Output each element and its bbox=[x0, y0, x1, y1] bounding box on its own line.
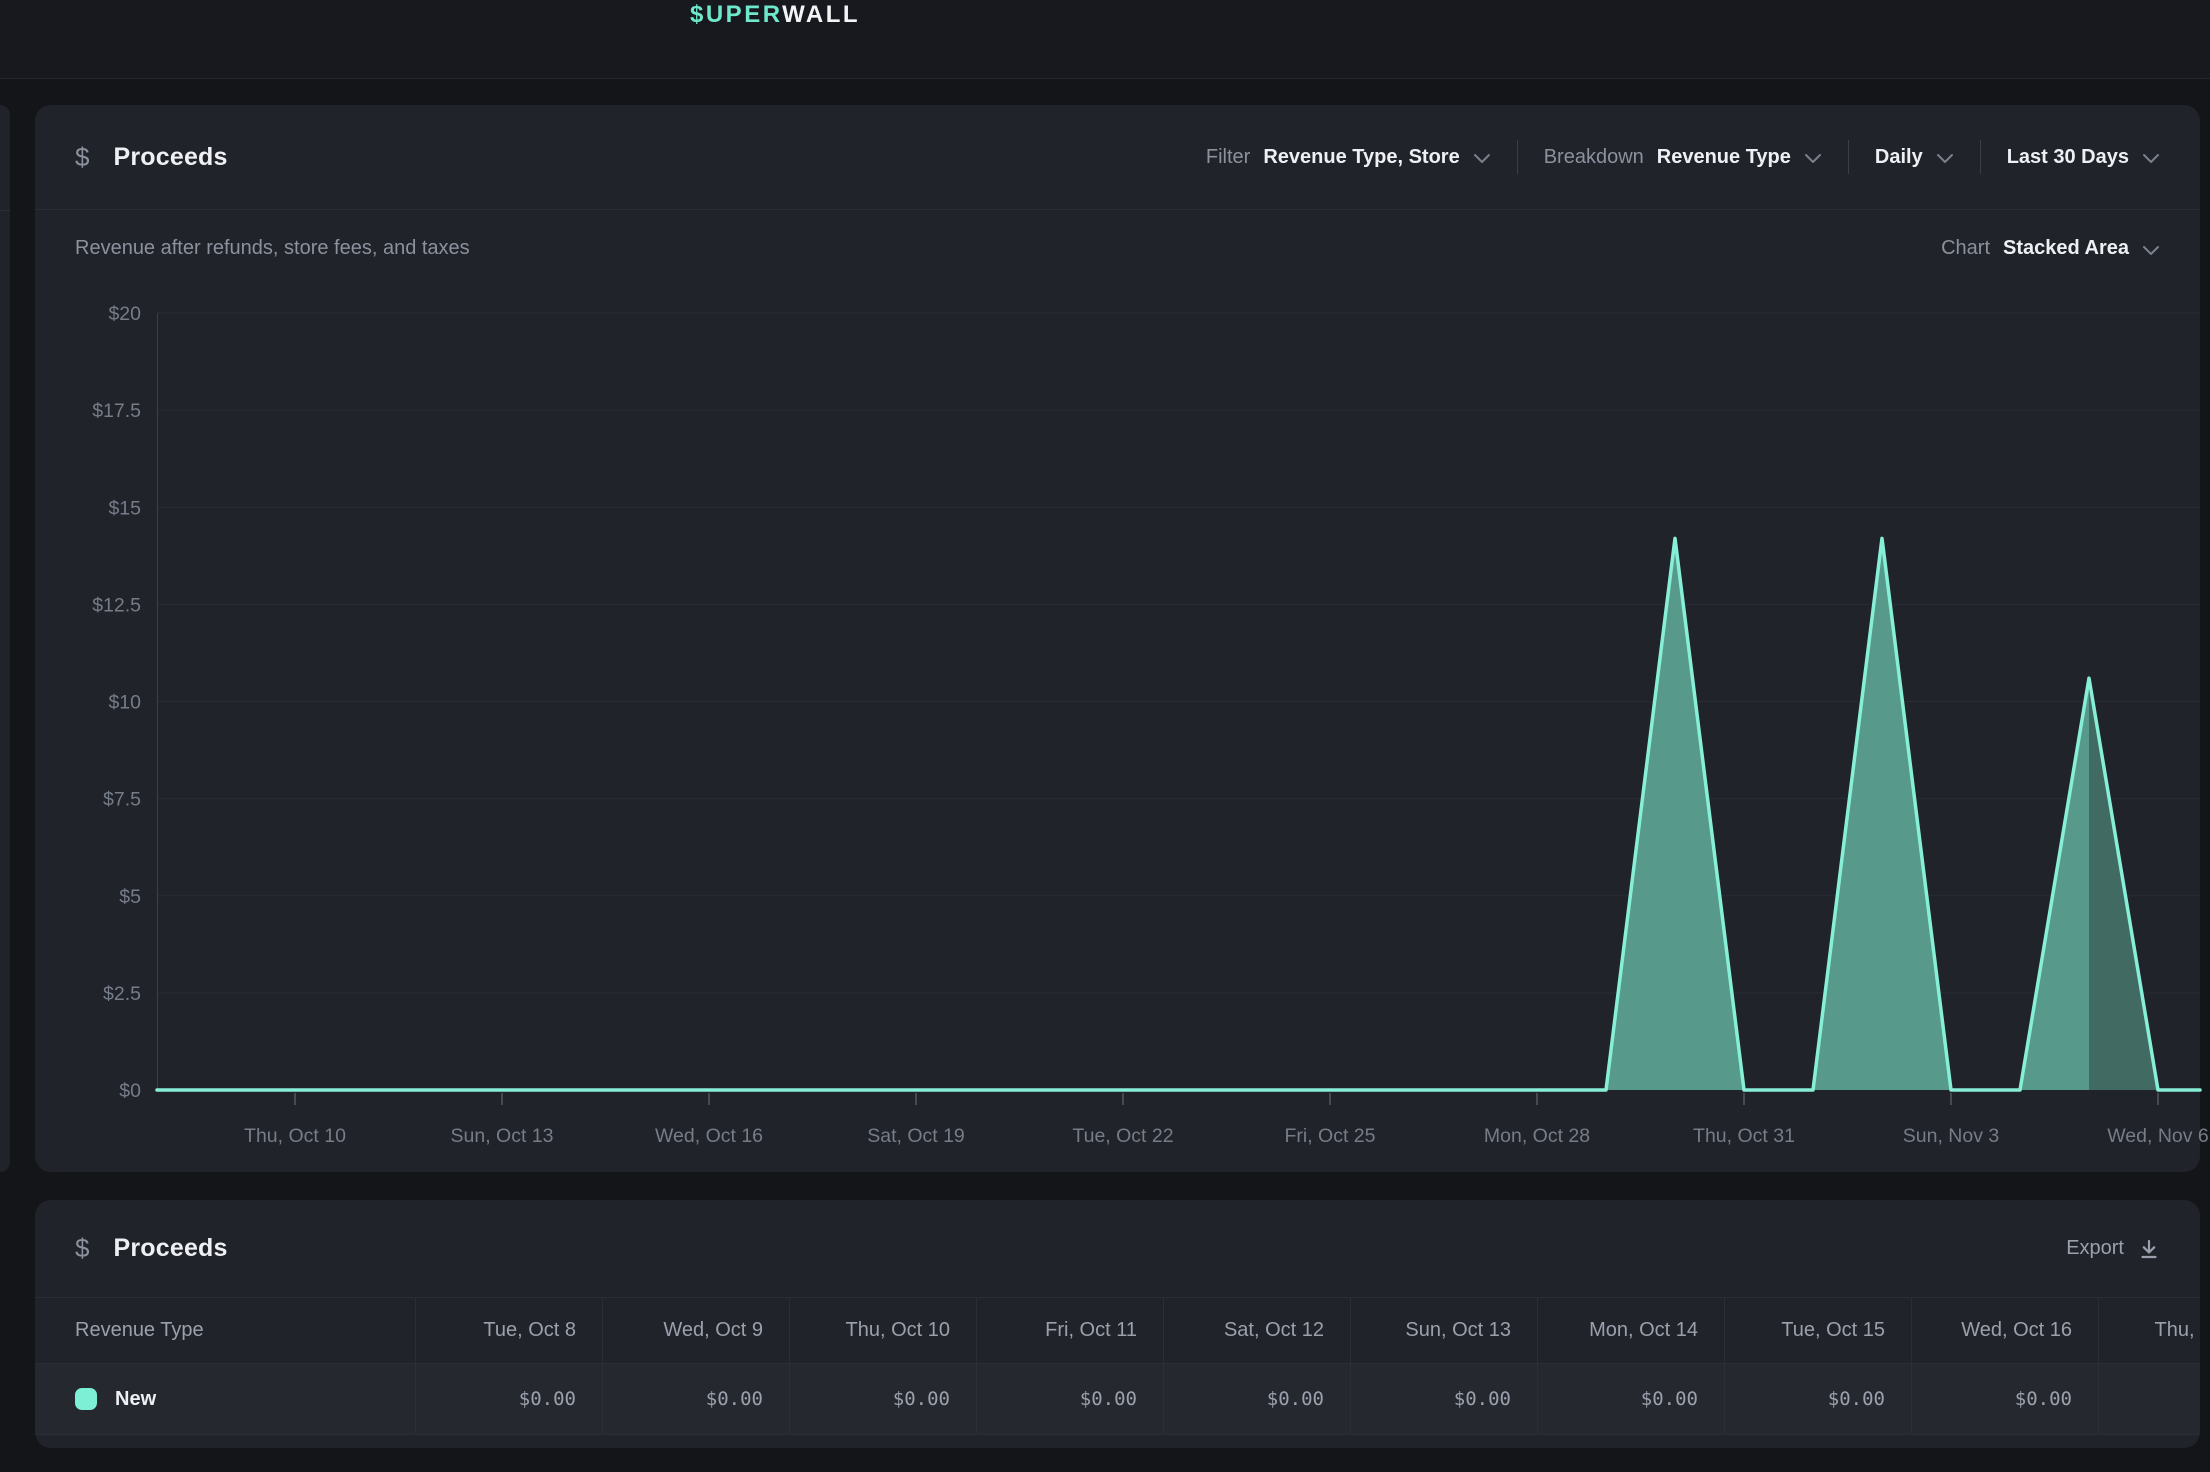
table-cell-value: $0.00 bbox=[1537, 1364, 1724, 1434]
proceeds-chart-canvas[interactable]: $0 $2.5 $5 $7.5 $10 $12.5 $15 $17.5 $20 Thu, Oct … bbox=[35, 105, 2200, 1172]
y-axis-label: $17.5 bbox=[92, 400, 141, 422]
cell-value: $0.00 bbox=[893, 1388, 950, 1410]
column-header-label: Sat, Oct 12 bbox=[1224, 1319, 1324, 1342]
cell-value: $0.00 bbox=[706, 1388, 763, 1410]
cell-value: $0.00 bbox=[2015, 1388, 2072, 1410]
column-header-label: Wed, Oct 9 bbox=[663, 1319, 763, 1342]
y-axis-label: $20 bbox=[108, 303, 141, 325]
y-axis-label: $7.5 bbox=[103, 789, 141, 811]
column-header-label: Sun, Oct 13 bbox=[1405, 1319, 1511, 1342]
y-axis-label: $10 bbox=[108, 692, 141, 714]
table-cell-value: $0.00 bbox=[1350, 1364, 1537, 1434]
table-header-cell-date: Fri, Oct 11 bbox=[976, 1298, 1163, 1363]
y-axis-label: $2.5 bbox=[103, 983, 141, 1005]
cell-value: $0.00 bbox=[1828, 1388, 1885, 1410]
column-header-label: Tue, Oct 8 bbox=[483, 1319, 576, 1342]
x-tick-label: Sun, Oct 13 bbox=[451, 1125, 554, 1147]
adjacent-card-sliver bbox=[0, 105, 10, 1172]
y-axis-label: $12.5 bbox=[92, 594, 141, 616]
export-button[interactable]: Export bbox=[2066, 1237, 2160, 1260]
proceeds-chart-card: $ Proceeds Filter Revenue Type, Store Br… bbox=[35, 105, 2200, 1172]
y-axis-label: $5 bbox=[119, 886, 141, 908]
app-logo: $UPERWALL bbox=[690, 1, 860, 29]
column-header-label: Mon, Oct 14 bbox=[1589, 1319, 1698, 1342]
x-tick-label: Wed, Oct 16 bbox=[655, 1125, 763, 1147]
table-header-cell-date: Mon, Oct 14 bbox=[1537, 1298, 1724, 1363]
cell-value: $0.00 bbox=[1080, 1388, 1137, 1410]
x-tick-label: Tue, Oct 22 bbox=[1072, 1125, 1173, 1147]
logo-rest-text: WALL bbox=[782, 1, 860, 28]
topbar: $UPERWALL bbox=[0, 0, 2210, 79]
column-header-label: Tue, Oct 15 bbox=[1781, 1319, 1885, 1342]
table-cell-value: $0.00 bbox=[1911, 1364, 2098, 1434]
cell-value: $0.00 bbox=[1641, 1388, 1698, 1410]
table-cell-value: $0.00 bbox=[1163, 1364, 1350, 1434]
cell-value: $0.00 bbox=[1454, 1388, 1511, 1410]
table-cell-value: $0.00 bbox=[2098, 1364, 2200, 1434]
table-cell-value: $0.00 bbox=[602, 1364, 789, 1434]
column-header-label: Revenue Type bbox=[75, 1319, 204, 1342]
column-header-label: Fri, Oct 11 bbox=[1045, 1319, 1137, 1342]
series-color-swatch bbox=[75, 1388, 97, 1410]
download-icon bbox=[2138, 1238, 2160, 1260]
adjacent-card-divider bbox=[0, 210, 10, 211]
x-tick-label: Fri, Oct 25 bbox=[1284, 1125, 1375, 1147]
table-header-cell-date: Thu, Oct 10 bbox=[789, 1298, 976, 1363]
table-cell-value: $0.00 bbox=[1724, 1364, 1911, 1434]
table-card-title-group: $ Proceeds bbox=[75, 1233, 228, 1264]
x-tick-label: Sun, Nov 3 bbox=[1903, 1125, 1999, 1147]
column-header-label: Wed, Oct 16 bbox=[1961, 1319, 2072, 1342]
table-header-cell-date: Wed, Oct 16 bbox=[1911, 1298, 2098, 1363]
cell-value: $0.00 bbox=[1267, 1388, 1324, 1410]
x-tick-label: Sat, Oct 19 bbox=[867, 1125, 965, 1147]
table-header-cell-revenue-type: Revenue Type bbox=[35, 1298, 415, 1363]
table-header-cell-date: Sat, Oct 12 bbox=[1163, 1298, 1350, 1363]
y-axis-label: $0 bbox=[119, 1080, 141, 1102]
table-card-title: Proceeds bbox=[113, 1234, 227, 1263]
table-cell-value: $0.00 bbox=[976, 1364, 1163, 1434]
table-header-cell-date: Tue, Oct 8 bbox=[415, 1298, 602, 1363]
x-tick-label: Thu, Oct 10 bbox=[244, 1125, 346, 1147]
column-header-label: Thu, Oct 17 bbox=[2155, 1319, 2201, 1342]
table-cell-value: $0.00 bbox=[415, 1364, 602, 1434]
table-header-cell-date: Wed, Oct 9 bbox=[602, 1298, 789, 1363]
table-cell-revenue-type: New bbox=[35, 1364, 415, 1434]
proceeds-table-card: $ Proceeds Export Revenue Type Tue, Oct 8… bbox=[35, 1200, 2200, 1448]
table-header-row: Revenue Type Tue, Oct 8 Wed, Oct 9 Thu, Oct… bbox=[35, 1297, 2200, 1363]
x-tick-label: Wed, Nov 6 bbox=[2107, 1125, 2209, 1147]
x-tick-label: Thu, Oct 31 bbox=[1693, 1125, 1795, 1147]
cell-value: $0.00 bbox=[519, 1388, 576, 1410]
y-axis-label: $15 bbox=[108, 497, 141, 519]
revenue-type-label: New bbox=[115, 1388, 156, 1411]
column-header-label: Thu, Oct 10 bbox=[846, 1319, 951, 1342]
proceeds-table: Revenue Type Tue, Oct 8 Wed, Oct 9 Thu, Oct… bbox=[35, 1297, 2200, 1435]
dollar-icon: $ bbox=[75, 1233, 89, 1264]
x-tick-label: Mon, Oct 28 bbox=[1484, 1125, 1590, 1147]
table-card-header: $ Proceeds Export bbox=[35, 1200, 2200, 1297]
table-cell-value: $0.00 bbox=[789, 1364, 976, 1434]
export-label: Export bbox=[2066, 1237, 2124, 1260]
table-header-cell-date: Tue, Oct 15 bbox=[1724, 1298, 1911, 1363]
logo-accent-text: $UPER bbox=[690, 1, 782, 28]
table-row: New $0.00 $0.00 $0.00 $0.00 $0.00 $0.00 $0.00 $0… bbox=[35, 1363, 2200, 1435]
table-header-cell-date: Sun, Oct 13 bbox=[1350, 1298, 1537, 1363]
table-header-cell-date: Thu, Oct 17 bbox=[2098, 1298, 2200, 1363]
